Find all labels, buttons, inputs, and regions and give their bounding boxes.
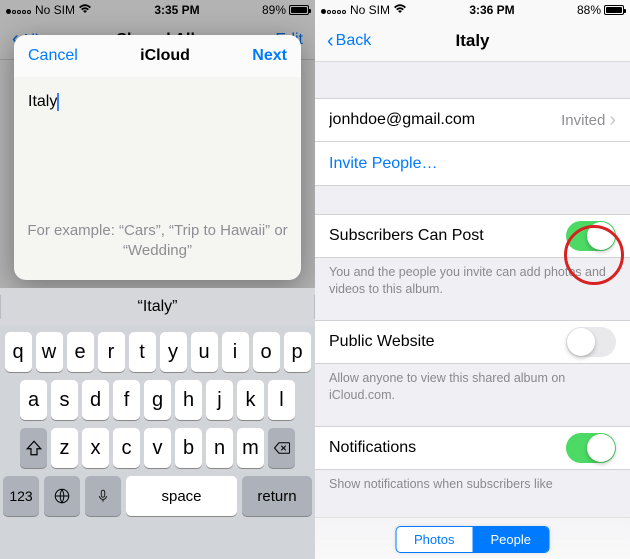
next-button[interactable]: Next — [252, 47, 287, 65]
key-l[interactable]: l — [268, 380, 295, 420]
segmented-control: Photos People — [395, 526, 550, 553]
text-cursor-icon — [57, 93, 59, 111]
signal-bars-icon — [321, 3, 347, 17]
public-website-note: Allow anyone to view this shared album o… — [315, 364, 630, 404]
key-g[interactable]: g — [144, 380, 171, 420]
cancel-button[interactable]: Cancel — [28, 47, 78, 65]
key-s[interactable]: s — [51, 380, 78, 420]
key-k[interactable]: k — [237, 380, 264, 420]
key-h[interactable]: h — [175, 380, 202, 420]
invite-people-button[interactable]: Invite People… — [315, 142, 630, 186]
key-z[interactable]: z — [51, 428, 78, 468]
segment-people[interactable]: People — [473, 527, 549, 552]
new-album-sheet: Cancel iCloud Next Italy For example: “C… — [14, 35, 301, 280]
key-d[interactable]: d — [82, 380, 109, 420]
chevron-right-icon: › — [609, 109, 616, 132]
status-time: 3:36 PM — [469, 3, 514, 17]
key-t[interactable]: t — [129, 332, 156, 372]
keyboard: qwertyuiop asdfghjkl zxcvbnm 123 — [0, 326, 315, 559]
public-website-toggle[interactable] — [566, 327, 616, 357]
key-q[interactable]: q — [5, 332, 32, 372]
return-key[interactable]: return — [242, 476, 312, 516]
key-e[interactable]: e — [67, 332, 94, 372]
key-f[interactable]: f — [113, 380, 140, 420]
shift-key[interactable] — [20, 428, 47, 468]
key-c[interactable]: c — [113, 428, 140, 468]
segment-photos[interactable]: Photos — [396, 527, 472, 552]
key-a[interactable]: a — [20, 380, 47, 420]
key-m[interactable]: m — [237, 428, 264, 468]
example-hint: For example: “Cars”, “Trip to Hawaii” or… — [24, 221, 291, 260]
globe-key[interactable] — [44, 476, 80, 516]
invitee-row[interactable]: jonhdoe@gmail.com Invited › — [315, 98, 630, 142]
wifi-icon — [393, 3, 407, 17]
status-bar: No SIM 3:36 PM 88% — [315, 0, 630, 20]
key-b[interactable]: b — [175, 428, 202, 468]
backspace-key[interactable] — [268, 428, 295, 468]
nav-bar: ‹Back Italy — [315, 20, 630, 62]
dictation-key[interactable] — [85, 476, 121, 516]
sheet-title: iCloud — [140, 47, 190, 65]
chevron-left-icon: ‹ — [327, 31, 334, 51]
battery-pct: 88% — [577, 3, 601, 17]
key-u[interactable]: u — [191, 332, 218, 372]
key-r[interactable]: r — [98, 332, 125, 372]
numbers-key[interactable]: 123 — [3, 476, 39, 516]
key-p[interactable]: p — [284, 332, 311, 372]
key-x[interactable]: x — [82, 428, 109, 468]
subscribers-toggle[interactable] — [566, 221, 616, 251]
key-o[interactable]: o — [253, 332, 280, 372]
key-j[interactable]: j — [206, 380, 233, 420]
key-w[interactable]: w — [36, 332, 63, 372]
subscribers-label: Subscribers Can Post — [329, 227, 566, 245]
public-website-row: Public Website — [315, 320, 630, 364]
invitee-email: jonhdoe@gmail.com — [329, 111, 555, 129]
notifications-row: Notifications — [315, 426, 630, 470]
notifications-toggle[interactable] — [566, 433, 616, 463]
notifications-note: Show notifications when subscribers like — [315, 470, 630, 493]
keyboard-suggestion-bar: “Italy” — [0, 288, 315, 326]
album-name-input[interactable]: Italy — [14, 77, 301, 111]
carrier-label: No SIM — [350, 3, 390, 17]
phone-right: No SIM 3:36 PM 88% ‹Back Italy jonhdoe@g… — [315, 0, 630, 559]
notifications-label: Notifications — [329, 439, 566, 457]
subscribers-can-post-row: Subscribers Can Post — [315, 214, 630, 258]
invitee-status: Invited — [561, 112, 605, 129]
battery-icon — [604, 5, 624, 15]
key-i[interactable]: i — [222, 332, 249, 372]
key-v[interactable]: v — [144, 428, 171, 468]
subscribers-note: You and the people you invite can add ph… — [315, 258, 630, 298]
phone-left: No SIM 3:35 PM 89% ‹Albums Shared Albums… — [0, 0, 315, 559]
public-website-label: Public Website — [329, 333, 566, 351]
space-key[interactable]: space — [126, 476, 237, 516]
keyboard-suggestion[interactable]: “Italy” — [1, 298, 314, 316]
key-y[interactable]: y — [160, 332, 187, 372]
back-button[interactable]: ‹Back — [327, 31, 371, 51]
key-n[interactable]: n — [206, 428, 233, 468]
